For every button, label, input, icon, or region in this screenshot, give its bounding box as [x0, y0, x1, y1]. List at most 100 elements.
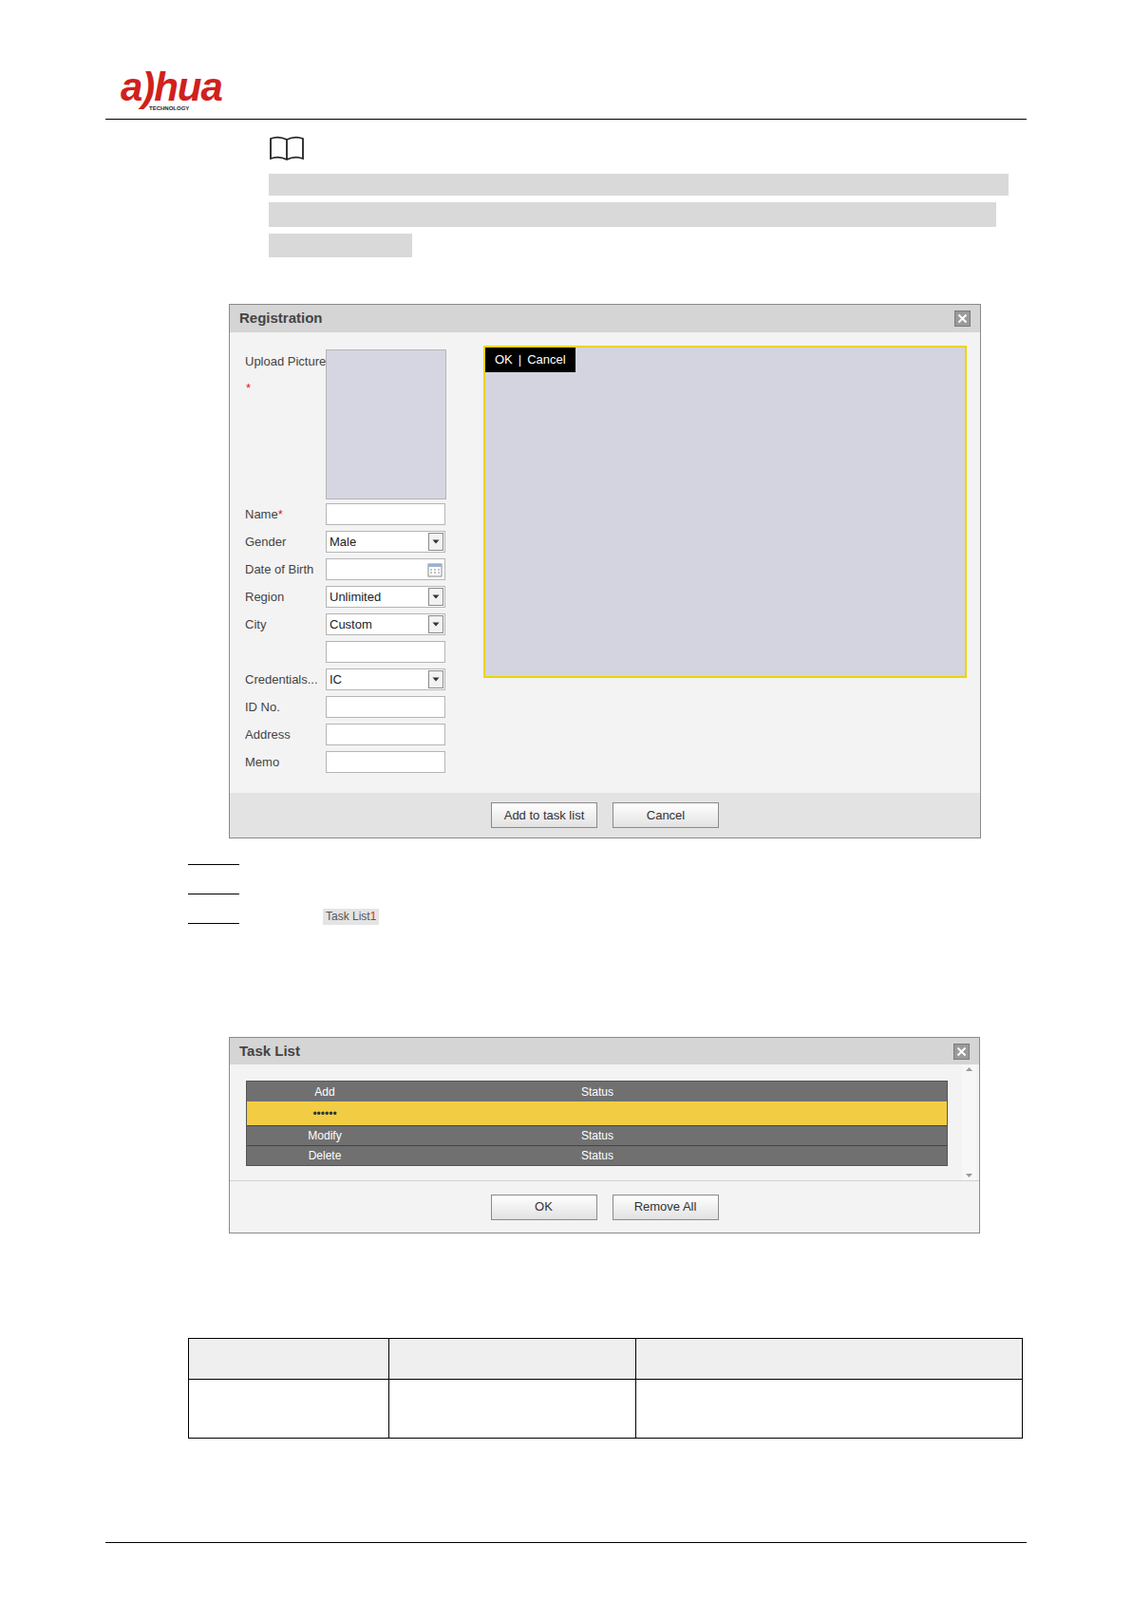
task-count-badge: 1: [370, 909, 378, 924]
table-header-cell: [635, 1339, 1022, 1379]
form-row: ID No.: [245, 693, 484, 721]
text-field[interactable]: [325, 641, 446, 663]
table-header: [188, 1339, 1022, 1379]
form-row: Credentials...IC: [245, 665, 484, 694]
redacted-line: [268, 202, 997, 227]
field-label: Gender: [245, 532, 326, 552]
section-header: DeleteStatus: [246, 1145, 947, 1166]
dropdown-arrow-icon[interactable]: [428, 532, 444, 551]
registration-dialog: RegistrationUpload Picture*Name*GenderMa…: [228, 303, 982, 839]
step-number-mark: [188, 893, 240, 895]
text-field[interactable]: [325, 723, 446, 746]
form-row: GenderMale: [245, 528, 484, 556]
note-block: [268, 135, 1132, 258]
dialog-title-bar: Registration: [229, 304, 981, 333]
note-book-icon: [268, 135, 305, 161]
dropdown-arrow-icon[interactable]: [428, 587, 444, 606]
task-list-body: AddStatus••••••ModifyStatusDeleteStatus: [229, 1064, 980, 1182]
task-row[interactable]: ••••••: [246, 1101, 947, 1126]
task-table: AddStatus••••••ModifyStatusDeleteStatus: [245, 1080, 948, 1167]
dialog-footer: OK Remove All: [229, 1181, 980, 1233]
section-header: AddStatus: [246, 1081, 947, 1102]
field-label: Date of Birth: [245, 560, 326, 580]
field-label: Region: [245, 587, 326, 607]
crop-area[interactable]: OK|Cancel: [483, 345, 967, 679]
scroll-down-icon[interactable]: [964, 1172, 974, 1179]
remove-all-button[interactable]: Remove All: [612, 1194, 719, 1221]
task-section: DeleteStatus: [246, 1145, 947, 1166]
field-label: ID No.: [245, 698, 326, 717]
step-row: [188, 865, 1132, 895]
dropdown-arrow-icon[interactable]: [428, 615, 444, 634]
table-cell: [188, 1379, 389, 1438]
step-number-mark: [188, 923, 240, 925]
uploaded-photo[interactable]: [325, 349, 447, 500]
dropdown-arrow-icon[interactable]: [428, 670, 444, 689]
redacted-line: [268, 173, 1009, 196]
form-column: Upload Picture*Name*GenderMaleDate of Bi…: [229, 332, 484, 793]
close-button[interactable]: [954, 310, 971, 327]
table-cell: [388, 1379, 636, 1438]
field-label: Credentials...: [245, 670, 326, 690]
form-row: [245, 638, 484, 666]
task-section: ModifyStatus: [246, 1125, 947, 1146]
upload-row: Upload Picture *: [245, 349, 484, 500]
table-header-cell: [188, 1339, 389, 1379]
steps: Task List1: [188, 838, 1132, 925]
form-row: Memo: [245, 748, 484, 776]
text-field[interactable]: [325, 751, 446, 774]
add-to-task-list-button[interactable]: Add to task list: [490, 802, 598, 829]
text-field[interactable]: [325, 503, 446, 526]
date-field[interactable]: [325, 558, 446, 581]
dialog-title-bar: Task List: [229, 1037, 980, 1065]
dialog-title: Task List: [239, 1040, 301, 1063]
crop-ok-button[interactable]: OK: [494, 350, 513, 370]
form-row: CityCustom: [245, 610, 484, 639]
select-field[interactable]: IC: [325, 668, 446, 691]
page-footer-line: [105, 1542, 1027, 1544]
select-field[interactable]: Male: [325, 530, 446, 553]
upload-label: Upload Picture: [245, 352, 326, 372]
task-list-chip[interactable]: Task List1: [322, 908, 379, 925]
close-button[interactable]: [953, 1043, 970, 1060]
step-row: Task List1: [188, 894, 1132, 925]
text-field[interactable]: [325, 696, 446, 718]
dialog-footer: Add to task list Cancel: [229, 792, 981, 838]
brand-logo: a)huaTECHNOLOGY: [120, 70, 223, 112]
page-header: a)huaTECHNOLOGY: [105, 0, 1027, 120]
table-cell: [635, 1379, 1022, 1438]
required-mark: *: [278, 507, 283, 522]
cancel-button[interactable]: Cancel: [612, 802, 719, 829]
dialog-title: Registration: [239, 307, 323, 330]
field-label: Name*: [245, 505, 326, 525]
ok-button[interactable]: OK: [490, 1194, 598, 1221]
manual-page: a)huaTECHNOLOGY Registration Upload Pictur…: [0, 0, 1132, 1600]
task-list-dialog: Task List AddStatus••••••ModifyStatusDele…: [228, 1037, 981, 1234]
required-mark: *: [245, 378, 326, 398]
select-field[interactable]: Custom: [325, 613, 446, 636]
crop-cancel-button[interactable]: Cancel: [527, 350, 566, 370]
select-field[interactable]: Unlimited: [325, 585, 446, 608]
form-row: RegionUnlimited: [245, 583, 484, 611]
scroll-up-icon[interactable]: [964, 1066, 974, 1073]
scrollbar[interactable]: [962, 1064, 977, 1181]
calendar-icon[interactable]: [427, 562, 443, 578]
table-header-cell: [388, 1339, 636, 1379]
crop-separator: |: [518, 350, 522, 370]
form-row: Address: [245, 720, 484, 749]
doc-table: [188, 1338, 1023, 1439]
step-row: [188, 838, 1132, 866]
table-row: [188, 1378, 1022, 1438]
step-number-mark: [188, 864, 240, 866]
form-row: Name*: [245, 500, 484, 529]
crop-column: OK|Cancel: [483, 332, 967, 793]
field-label: Memo: [245, 753, 326, 773]
field-label: City: [245, 615, 326, 635]
section-header: ModifyStatus: [246, 1125, 947, 1146]
task-section: AddStatus••••••: [246, 1081, 947, 1126]
dialog-body: Upload Picture*Name*GenderMaleDate of Bi…: [229, 332, 981, 793]
redacted-line: [268, 233, 413, 258]
form-row: Date of Birth: [245, 555, 484, 584]
field-label: Address: [245, 725, 326, 745]
crop-toolbar: OK|Cancel: [485, 347, 576, 373]
